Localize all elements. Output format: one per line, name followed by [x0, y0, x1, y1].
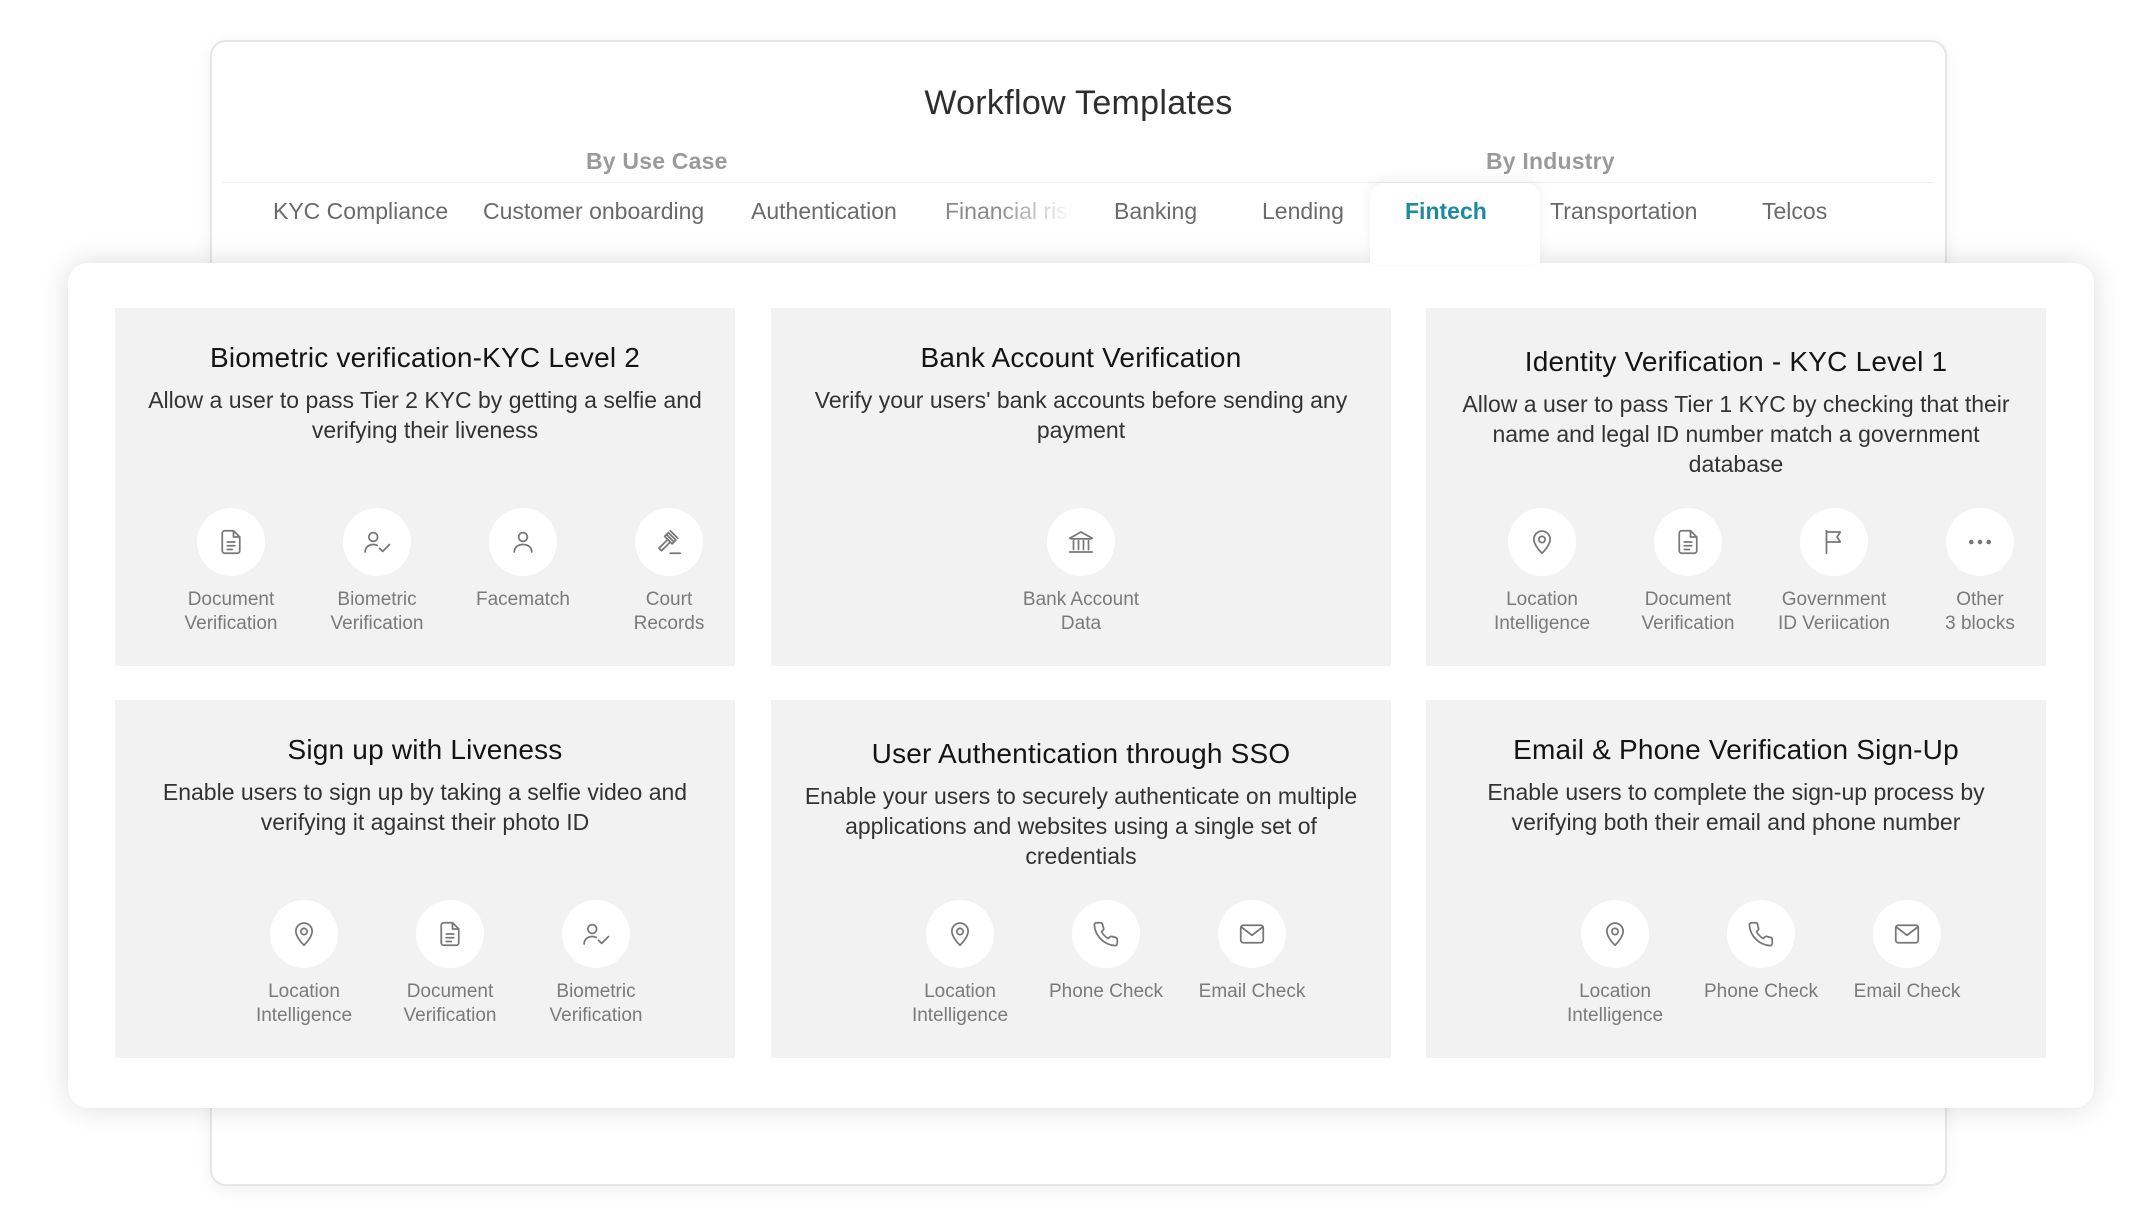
tab-financial-risk[interactable]: Financial risk	[945, 198, 1073, 225]
tab-lending[interactable]: Lending	[1262, 198, 1344, 225]
document-icon	[440, 921, 460, 947]
gavel-icon	[658, 529, 682, 555]
tab-customer-onboarding[interactable]: Customer onboarding	[483, 198, 704, 225]
template-card-sso-auth[interactable]: User Authentication through SSO Enable y…	[771, 700, 1391, 1058]
document-icon	[221, 529, 241, 555]
mail-icon	[1894, 924, 1920, 944]
block-document-verification: Document Verification	[1613, 508, 1763, 636]
card-title: Sign up with Liveness	[287, 734, 563, 765]
card-title: Email & Phone Verification Sign-Up	[1513, 734, 1959, 765]
tab-kyc-compliance[interactable]: KYC Compliance	[273, 198, 448, 225]
template-card-biometric-kyc2[interactable]: Biometric verification-KYC Level 2 Allow…	[115, 308, 735, 666]
document-icon	[1678, 529, 1698, 555]
by-use-case-label: By Use Case	[586, 148, 728, 174]
tab-banking[interactable]: Banking	[1114, 198, 1197, 225]
template-card-signup-liveness[interactable]: Sign up with Liveness Enable users to si…	[115, 700, 735, 1058]
block-location-intelligence: Location Intelligence	[229, 900, 379, 1028]
card-description: Allow a user to pass Tier 2 KYC by getti…	[148, 387, 702, 443]
block-government-id: Government ID Veriication	[1759, 508, 1909, 636]
block-document-verification: Document Verification	[156, 508, 306, 636]
templates-panel: Biometric verification-KYC Level 2 Allow…	[68, 263, 2094, 1108]
more-dots-icon	[1969, 539, 1991, 545]
location-pin-icon	[951, 922, 969, 947]
user-check-icon	[364, 531, 391, 553]
by-industry-label: By Industry	[1486, 148, 1615, 174]
tab-telcos[interactable]: Telcos	[1762, 198, 1827, 225]
template-card-bank-account[interactable]: Bank Account Verification Verify your us…	[771, 308, 1391, 666]
block-court-records: Court Records	[594, 508, 744, 636]
block-location-intelligence: Location Intelligence	[1467, 508, 1617, 636]
phone-icon	[1748, 921, 1774, 947]
card-title: Bank Account Verification	[920, 342, 1242, 373]
phone-icon	[1093, 921, 1119, 947]
template-card-email-phone-signup[interactable]: Email & Phone Verification Sign-Up Enabl…	[1426, 700, 2046, 1058]
tabs-divider	[222, 182, 1934, 183]
block-document-verification: Document Verification	[375, 900, 525, 1028]
card-title: Identity Verification - KYC Level 1	[1524, 346, 1948, 377]
card-description: Enable users to complete the sign-up pro…	[1487, 779, 1985, 835]
card-description: Allow a user to pass Tier 1 KYC by check…	[1462, 391, 2010, 477]
location-pin-icon	[295, 922, 313, 947]
card-title: Biometric verification-KYC Level 2	[209, 342, 641, 373]
block-location-intelligence: Location Intelligence	[885, 900, 1035, 1028]
block-location-intelligence: Location Intelligence	[1540, 900, 1690, 1028]
user-icon	[513, 531, 533, 553]
card-description: Verify your users' bank accounts before …	[814, 387, 1348, 443]
user-check-icon	[583, 923, 610, 945]
location-pin-icon	[1533, 530, 1551, 555]
block-email-check: Email Check	[1832, 900, 1982, 1004]
block-bank-account-data: Bank Account Data	[1006, 508, 1156, 636]
block-other-blocks[interactable]: Other 3 blocks	[1905, 508, 2055, 636]
card-title: User Authentication through SSO	[871, 738, 1291, 769]
block-email-check: Email Check	[1177, 900, 1327, 1004]
card-description: Enable users to sign up by taking a self…	[162, 779, 688, 835]
page-title: Workflow Templates	[924, 84, 1233, 122]
block-biometric-verification: Biometric Verification	[302, 508, 452, 636]
block-biometric-verification: Biometric Verification	[521, 900, 671, 1028]
block-facematch: Facematch	[448, 508, 598, 612]
tab-fintech[interactable]: Fintech	[1405, 198, 1487, 225]
location-pin-icon	[1606, 922, 1624, 947]
bank-icon	[1068, 531, 1094, 553]
mail-icon	[1239, 924, 1265, 944]
template-card-identity-kyc1[interactable]: Identity Verification - KYC Level 1 Allo…	[1426, 308, 2046, 666]
block-phone-check: Phone Check	[1686, 900, 1836, 1004]
flag-icon	[1825, 529, 1842, 555]
tab-authentication[interactable]: Authentication	[751, 198, 897, 225]
card-description: Enable your users to securely authentica…	[804, 783, 1358, 869]
tab-transportation[interactable]: Transportation	[1550, 198, 1697, 225]
block-phone-check: Phone Check	[1031, 900, 1181, 1004]
